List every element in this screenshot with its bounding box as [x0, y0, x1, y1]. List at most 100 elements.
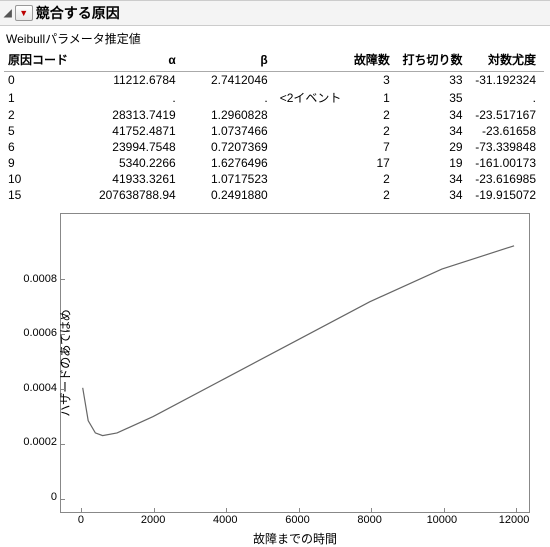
cell-beta: 1.2960828	[184, 107, 276, 123]
cell-cens: 34	[398, 187, 471, 203]
cell-alpha: 23994.7548	[77, 139, 184, 155]
cell-alpha: 41752.4871	[77, 123, 184, 139]
cell-code: 10	[4, 171, 77, 187]
cell-note	[276, 107, 350, 123]
cell-fail: 17	[349, 155, 397, 171]
cell-code: 1	[4, 88, 77, 107]
cell-note	[276, 123, 350, 139]
x-tick-mark	[154, 508, 155, 512]
cell-fail: 1	[349, 88, 397, 107]
cell-code: 9	[4, 155, 77, 171]
cell-alpha: 28313.7419	[77, 107, 184, 123]
x-tick-label: 8000	[357, 512, 381, 526]
cell-beta: 0.7207369	[184, 139, 276, 155]
cell-code: 6	[4, 139, 77, 155]
cell-note: <2イベント	[276, 88, 350, 107]
dropdown-button[interactable]: ▼	[15, 5, 33, 21]
col-note	[276, 49, 350, 72]
x-tick-label: 10000	[427, 512, 458, 526]
cell-code: 15	[4, 187, 77, 203]
col-cens: 打ち切り数	[398, 49, 471, 72]
cell-note	[276, 139, 350, 155]
x-tick-mark	[444, 508, 445, 512]
cell-fail: 2	[349, 171, 397, 187]
disclosure-triangle-icon[interactable]: ◢	[4, 8, 12, 19]
x-tick-label: 0	[78, 512, 84, 526]
y-tick-mark	[61, 279, 65, 280]
cell-beta: 1.0717523	[184, 171, 276, 187]
hazard-line	[83, 246, 514, 436]
cell-alpha: 207638788.94	[77, 187, 184, 203]
cell-ll: -19.915072	[471, 187, 544, 203]
cell-fail: 2	[349, 107, 397, 123]
col-ll: 対数尤度	[471, 49, 544, 72]
cell-fail: 2	[349, 123, 397, 139]
cell-alpha: 5340.2266	[77, 155, 184, 171]
table-row: 95340.22661.6276496 1719-161.00173	[4, 155, 544, 171]
y-tick-label: 0.0002	[23, 436, 61, 448]
hazard-chart: ハザードのあてはめ 00.00020.00040.00060.0008 0200…	[60, 213, 530, 513]
x-tick-label: 2000	[141, 512, 165, 526]
table-row: 228313.74191.2960828234-23.517167	[4, 107, 544, 123]
cell-cens: 34	[398, 123, 471, 139]
cell-ll: -23.61658	[471, 123, 544, 139]
x-axis-label: 故障までの時間	[61, 530, 529, 547]
cell-alpha: .	[77, 88, 184, 107]
y-tick-mark	[61, 389, 65, 390]
cell-note	[276, 155, 350, 171]
x-tick-mark	[516, 508, 517, 512]
cell-cens: 34	[398, 171, 471, 187]
y-tick-mark	[61, 499, 65, 500]
weibull-table: 原因コード α β 故障数 打ち切り数 対数尤度 011212.67842.74…	[4, 49, 544, 203]
cell-ll: -161.00173	[471, 155, 544, 171]
section-title: 競合する原因	[36, 3, 120, 23]
x-tick-label: 4000	[213, 512, 237, 526]
cell-alpha: 11212.6784	[77, 72, 184, 89]
x-tick-mark	[226, 508, 227, 512]
cell-fail: 2	[349, 187, 397, 203]
table-row: 15207638788.940.2491880 234-19.915072	[4, 187, 544, 203]
table-row: 1..<2イベント135.	[4, 88, 544, 107]
y-tick-mark	[61, 444, 65, 445]
cell-ll: .	[471, 88, 544, 107]
cell-ll: -31.192324	[471, 72, 544, 89]
table-row: 623994.75480.7207369 729-73.339848	[4, 139, 544, 155]
cell-beta: .	[184, 88, 276, 107]
chevron-down-icon: ▼	[19, 8, 28, 18]
table-row: 541752.48711.0737466 234-23.61658	[4, 123, 544, 139]
x-tick-mark	[299, 508, 300, 512]
cell-fail: 3	[349, 72, 397, 89]
y-tick-label: 0	[51, 491, 61, 503]
cell-beta: 1.6276496	[184, 155, 276, 171]
cell-beta: 1.0737466	[184, 123, 276, 139]
y-tick-label: 0.0006	[23, 327, 61, 339]
y-tick-label: 0.0004	[23, 382, 61, 394]
table-header-row: 原因コード α β 故障数 打ち切り数 対数尤度	[4, 49, 544, 72]
chart-svg	[61, 214, 529, 512]
cell-code: 2	[4, 107, 77, 123]
subtitle: Weibullパラメータ推定値	[0, 26, 550, 49]
cell-fail: 7	[349, 139, 397, 155]
x-tick-label: 12000	[499, 512, 530, 526]
cell-beta: 2.7412046	[184, 72, 276, 89]
col-beta: β	[184, 49, 276, 72]
col-fail: 故障数	[349, 49, 397, 72]
col-code: 原因コード	[4, 49, 77, 72]
cell-note	[276, 187, 350, 203]
col-alpha: α	[77, 49, 184, 72]
cell-ll: -73.339848	[471, 139, 544, 155]
cell-cens: 33	[398, 72, 471, 89]
cell-cens: 19	[398, 155, 471, 171]
y-tick-label: 0.0008	[23, 273, 61, 285]
x-tick-mark	[81, 508, 82, 512]
section-header: ◢ ▼ 競合する原因	[0, 0, 550, 26]
cell-beta: 0.2491880	[184, 187, 276, 203]
table-row: 011212.67842.7412046333-31.192324	[4, 72, 544, 89]
cell-code: 5	[4, 123, 77, 139]
table-row: 1041933.32611.0717523234-23.616985	[4, 171, 544, 187]
cell-ll: -23.616985	[471, 171, 544, 187]
cell-code: 0	[4, 72, 77, 89]
x-tick-mark	[371, 508, 372, 512]
cell-cens: 29	[398, 139, 471, 155]
cell-cens: 34	[398, 107, 471, 123]
